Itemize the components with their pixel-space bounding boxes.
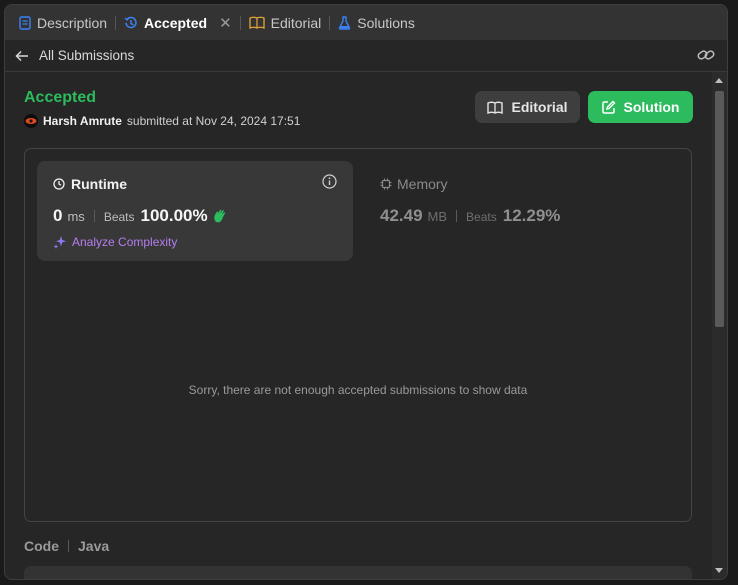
runtime-card[interactable]: Runtime 0 ms Beats 100.00% Analyze Compl… (37, 161, 353, 261)
tab-accepted[interactable]: Accepted ✕ (124, 5, 232, 40)
history-icon (124, 16, 137, 28)
memory-title-label: Memory (397, 176, 448, 192)
book-icon (248, 16, 265, 29)
code-divider (68, 540, 69, 552)
vertical-scrollbar[interactable] (712, 72, 727, 579)
tab-description[interactable]: Description (19, 5, 107, 40)
arrow-left-icon (15, 50, 28, 61)
runtime-beats-label: Beats (103, 210, 135, 224)
scroll-up-arrow[interactable] (715, 78, 723, 83)
submission-byline: Harsh Amrute submitted at Nov 24, 2024 1… (24, 114, 300, 128)
clap-icon (213, 209, 225, 223)
tab-editorial[interactable]: Editorial (248, 5, 322, 40)
all-submissions-label: All Submissions (39, 48, 135, 63)
flask-icon (338, 15, 351, 30)
tab-solutions-label: Solutions (357, 14, 415, 31)
tab-solutions[interactable]: Solutions (338, 5, 415, 40)
submission-panel: Description Accepted ✕ Editorial Solutio… (4, 4, 728, 580)
info-icon[interactable] (322, 174, 337, 194)
performance-stats: Runtime 0 ms Beats 100.00% Analyze Compl… (24, 148, 692, 522)
memory-metrics: 42.49 MB Beats 12.29% (380, 206, 560, 226)
author-name[interactable]: Harsh Amrute (43, 114, 122, 128)
tab-description-label: Description (37, 14, 108, 31)
editorial-button[interactable]: Editorial (475, 91, 580, 123)
scroll-down-arrow[interactable] (715, 568, 723, 573)
all-submissions-link[interactable]: All Submissions (15, 48, 134, 63)
editorial-button-label: Editorial (511, 99, 568, 115)
submission-content: Accepted Harsh Amrute submitted at Nov 2… (5, 72, 713, 579)
edit-icon (601, 100, 615, 114)
runtime-title-label: Runtime (71, 176, 127, 192)
tab-bar: Description Accepted ✕ Editorial Solutio… (5, 5, 727, 40)
analyze-complexity-label: Analyze Complexity (72, 235, 178, 249)
code-header: Code Java (24, 538, 109, 554)
eye-logo-icon (25, 118, 37, 124)
tab-editorial-label: Editorial (270, 14, 322, 31)
chip-icon (380, 178, 392, 190)
memory-beats-label: Beats (466, 210, 497, 224)
runtime-metrics: 0 ms Beats 100.00% (53, 206, 228, 226)
memory-value: 42.49 (380, 206, 423, 225)
avatar[interactable] (24, 114, 38, 128)
tab-divider (239, 15, 241, 30)
metric-divider (456, 210, 458, 222)
submission-subheader: All Submissions (5, 40, 727, 72)
empty-distribution-message: Sorry, there are not enough accepted sub… (188, 383, 528, 397)
document-icon (19, 15, 31, 30)
runtime-beats-value: 100.00% (140, 206, 208, 225)
solution-button[interactable]: Solution (588, 91, 693, 123)
link-icon[interactable] (697, 48, 715, 65)
runtime-unit: ms (67, 209, 85, 224)
runtime-title: Runtime (53, 176, 127, 192)
memory-unit: MB (427, 209, 448, 224)
clock-icon (53, 178, 65, 190)
sparkle-icon (53, 236, 66, 249)
scroll-thumb[interactable] (715, 91, 724, 327)
analyze-complexity-link[interactable]: Analyze Complexity (53, 235, 177, 249)
memory-beats-value: 12.29% (502, 206, 561, 225)
book-icon (487, 101, 504, 114)
submission-status: Accepted (24, 89, 97, 106)
memory-tab[interactable]: Memory (380, 176, 448, 192)
solution-button-label: Solution (623, 99, 680, 115)
code-label: Code (24, 538, 59, 554)
tab-divider (329, 15, 331, 30)
tab-divider (115, 15, 117, 30)
runtime-value: 0 (53, 206, 63, 225)
code-block[interactable] (24, 566, 692, 579)
tab-accepted-label: Accepted (144, 14, 208, 31)
metric-divider (93, 210, 95, 222)
code-language: Java (78, 538, 110, 554)
submitted-at: submitted at Nov 24, 2024 17:51 (126, 114, 301, 128)
close-icon[interactable]: ✕ (219, 14, 232, 32)
